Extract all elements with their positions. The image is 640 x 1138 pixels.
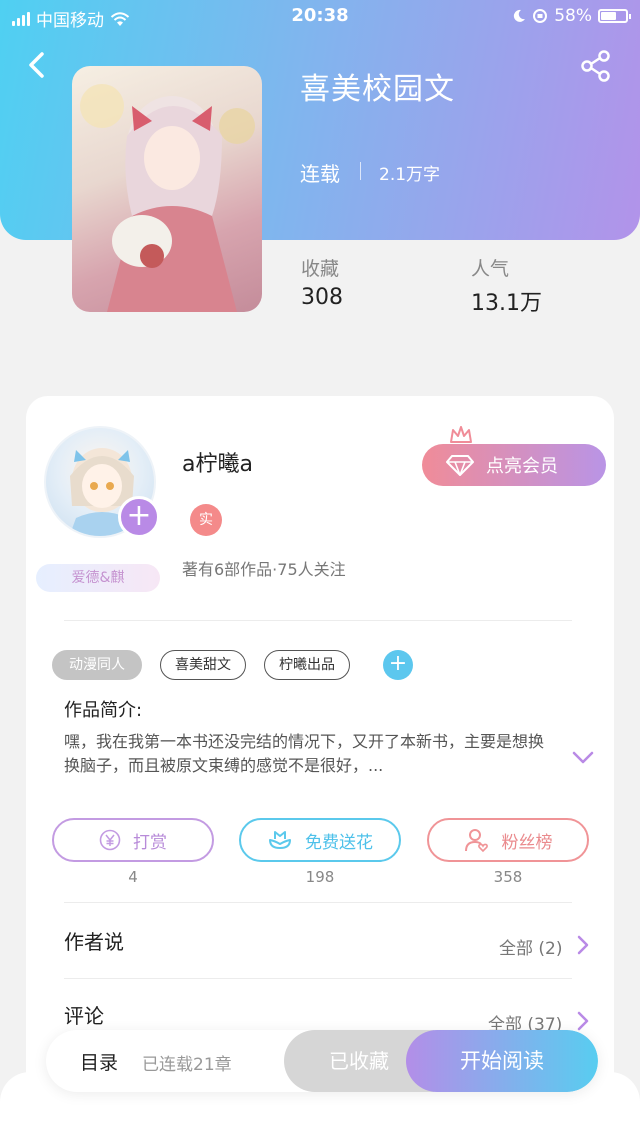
tag-item[interactable]: 动漫同人 [52,650,142,680]
reward-count: 4 [128,868,138,886]
battery-percent: 58% [554,6,592,26]
bottom-action-bar: 目录 已连载21章 已收藏 开始阅读 [46,1030,598,1092]
chevron-right-icon[interactable] [576,1010,590,1032]
rotation-lock-icon [533,9,548,23]
tag-item[interactable]: 柠曦出品 [264,650,350,680]
author-name[interactable]: a柠曦a [182,446,253,478]
real-name-badge: 实 [190,504,222,536]
divider [64,620,572,621]
add-tag-button[interactable]: + [383,650,413,680]
status-bar: 中国移动 20:38 58% [0,0,640,34]
fan-ranking-label: 粉丝榜 [501,832,553,853]
back-icon[interactable] [22,48,52,82]
vip-button[interactable]: 点亮会员 [422,444,606,486]
diamond-icon [446,455,474,476]
author-says-all-link[interactable]: 全部 (2) [499,934,562,959]
status-divider [360,162,361,180]
vip-button-label: 点亮会员 [486,456,558,477]
user-heart-icon [464,829,488,853]
send-flower-button[interactable]: 免费送花 [239,818,401,862]
yen-coin-icon [99,829,121,851]
comments-title: 评论 [64,1004,104,1028]
divider [64,978,572,979]
intro-title: 作品简介: [64,700,143,721]
tag-item[interactable]: 喜美甜文 [160,650,246,680]
follow-author-button[interactable]: + [118,496,160,538]
start-reading-button[interactable]: 开始阅读 [406,1030,598,1092]
fan-ranking-button[interactable]: 粉丝榜 [427,818,589,862]
author-says-title: 作者说 [64,930,124,954]
reward-label: 打赏 [133,832,167,853]
favorites-value: 308 [301,285,343,310]
share-icon[interactable] [578,48,614,84]
battery-icon [598,9,631,23]
word-count: 2.1万字 [379,165,441,185]
intro-text: 嘿，我在我第一本书还没完结的情况下，又开了本新书，主要是想换换脑子，而且被原文束… [64,732,545,775]
popularity-value: 13.1万 [471,291,542,316]
status-right: 58% [512,6,631,26]
cover-illustration [80,84,255,312]
chevron-down-icon[interactable] [572,750,594,766]
flower-count: 198 [305,868,335,886]
moon-icon [514,9,526,22]
send-flower-label: 免费送花 [305,832,373,853]
book-title: 喜美校园文 [300,72,455,107]
fan-count: 358 [493,868,523,886]
fan-badge: 爱德&麒 [36,564,160,592]
chapter-count: 已连载21章 [142,1055,232,1075]
favorites-label: 收藏 [301,258,340,280]
chevron-right-icon[interactable] [576,934,590,956]
toc-button[interactable]: 目录 [80,1048,118,1075]
popularity-label: 人气 [471,258,510,280]
divider [64,902,572,903]
flower-icon [269,831,291,849]
reward-button[interactable]: 打赏 [52,818,214,862]
book-status: 连载 [300,162,340,186]
crown-icon [450,426,472,443]
author-meta: 著有6部作品·75人关注 [182,560,346,579]
book-cover[interactable] [72,66,262,312]
